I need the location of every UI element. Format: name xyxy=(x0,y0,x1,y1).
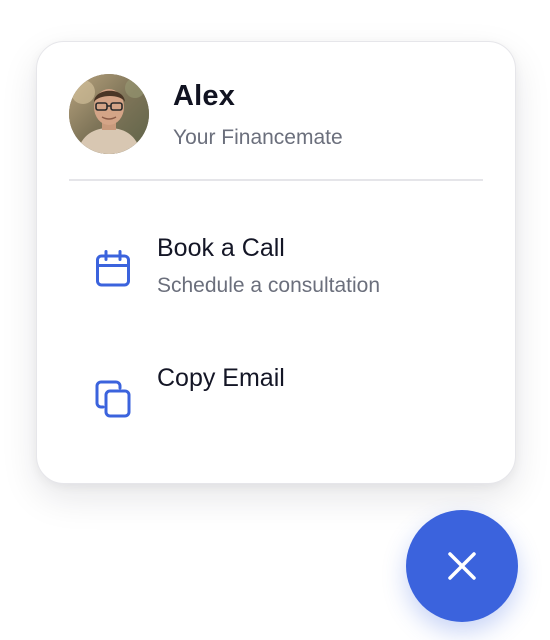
book-call-button[interactable]: Book a Call Schedule a consultation xyxy=(69,218,483,310)
book-call-label: Book a Call xyxy=(157,234,285,262)
copy-email-button[interactable]: Copy Email xyxy=(69,346,483,438)
profile-header: Alex Your Financemate xyxy=(69,74,483,158)
copy-email-label: Copy Email xyxy=(157,364,285,392)
book-call-subtitle: Schedule a consultation xyxy=(157,274,380,297)
copy-icon xyxy=(95,380,131,418)
contact-card: Alex Your Financemate Book a Call Schedu… xyxy=(36,41,516,484)
person-photo-icon xyxy=(69,74,149,154)
calendar-icon xyxy=(95,250,131,288)
divider xyxy=(69,179,483,181)
close-button[interactable] xyxy=(406,510,518,622)
close-icon xyxy=(444,548,480,584)
profile-name: Alex xyxy=(173,80,236,112)
profile-role: Your Financemate xyxy=(173,126,343,149)
avatar xyxy=(69,74,149,154)
contact-widget: Alex Your Financemate Book a Call Schedu… xyxy=(0,0,550,640)
